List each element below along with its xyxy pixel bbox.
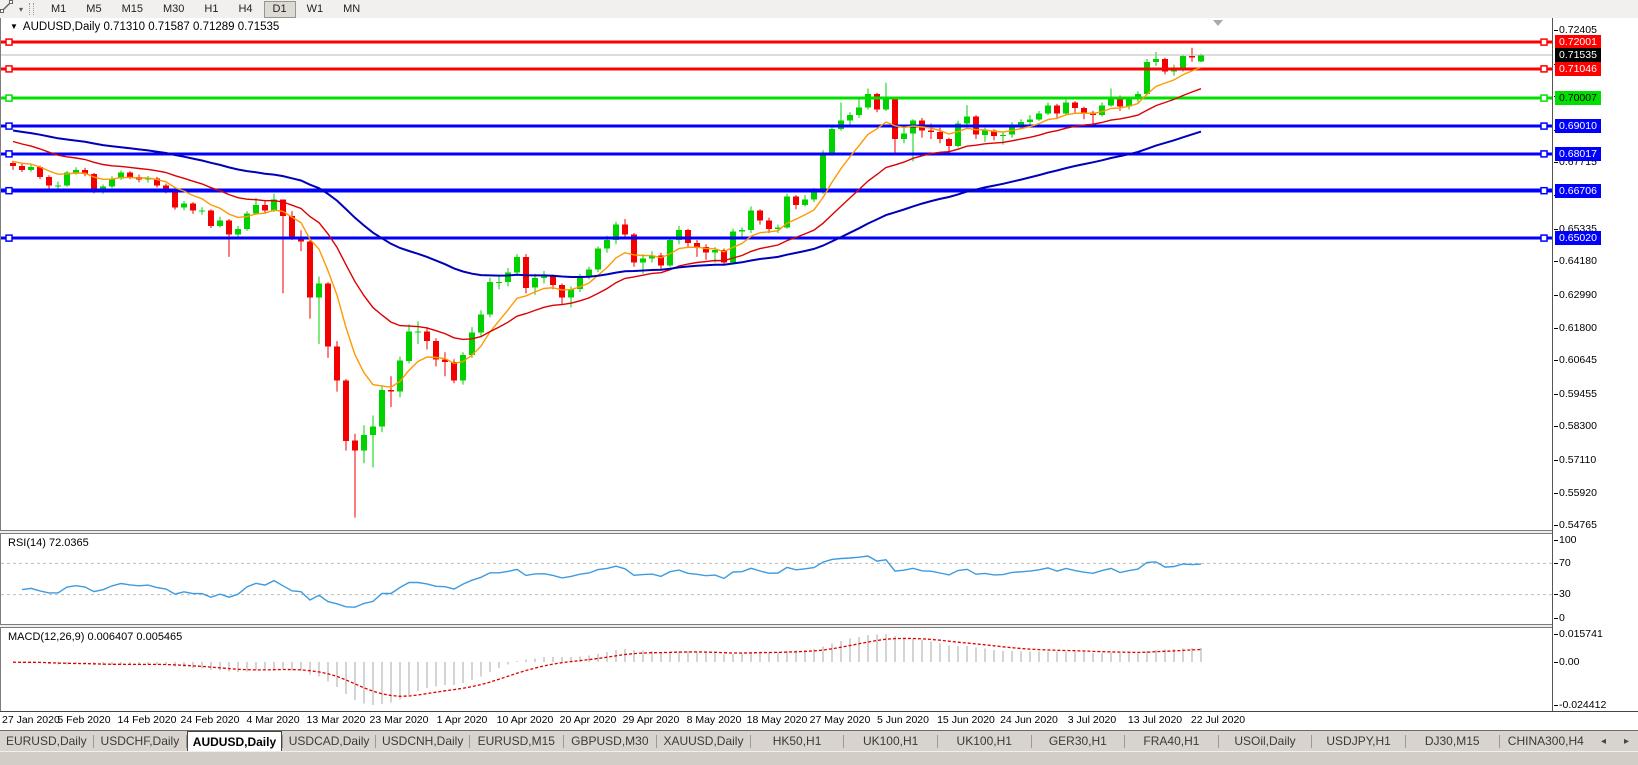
date-tick-label: 5 Feb 2020 (57, 714, 110, 726)
date-tick-label: 24 Jun 2020 (1000, 714, 1058, 726)
current-price-badge: 0.71535 (1555, 48, 1601, 62)
toolbar-grip[interactable] (29, 3, 34, 15)
price-tick: 0.55920 (1559, 487, 1597, 500)
chevron-down-icon[interactable]: ▾ (19, 5, 23, 14)
date-tick-label: 8 May 2020 (687, 714, 742, 726)
price-tick: 0.58300 (1559, 420, 1597, 433)
trendline-cursor-icon[interactable] (3, 2, 19, 16)
trendline-cursor-glyph (0, 0, 13, 13)
date-tick-label: 24 Feb 2020 (181, 714, 240, 726)
rsi-axis-tick: 0 (1559, 612, 1565, 625)
timeframe-buttons: M1M5M15M30H1H4D1W1MN (41, 0, 370, 18)
chart-ohlc: 0.71310 0.71587 0.71289 0.71535 (103, 21, 279, 33)
price-tick: 0.59455 (1559, 388, 1597, 401)
tab-scroll-controls: ◂ ▸ (1592, 731, 1638, 751)
rsi-canvas[interactable] (1, 534, 1553, 624)
date-tick-label: 18 May 2020 (747, 714, 808, 726)
rsi-axis-tick: 100 (1559, 534, 1577, 547)
tab-eurusd-daily[interactable]: EURUSD,Daily (0, 731, 93, 751)
macd-label: MACD(12,26,9) 0.006407 0.005465 (8, 631, 182, 643)
level-price-badge: 0.69010 (1555, 119, 1601, 133)
date-tick-label: 5 Jun 2020 (877, 714, 929, 726)
price-tick: 0.60645 (1559, 354, 1597, 367)
level-price-badge: 0.70007 (1555, 91, 1601, 105)
macd-canvas[interactable] (1, 628, 1553, 711)
timeframe-mn[interactable]: MN (334, 1, 369, 18)
timeframe-m30[interactable]: M30 (154, 1, 193, 18)
date-tick-label: 20 Apr 2020 (560, 714, 617, 726)
date-tick-label: 3 Jul 2020 (1068, 714, 1116, 726)
chart-shift-marker-icon[interactable] (1213, 20, 1223, 26)
timeframe-h1[interactable]: H1 (195, 1, 227, 18)
level-price-badge: 0.68017 (1555, 147, 1601, 161)
rsi-label: RSI(14) 72.0365 (8, 537, 89, 549)
mt4-window: ▾ M1M5M15M30H1H4D1W1MN ▼ AUDUSD,Daily 0.7… (0, 0, 1638, 764)
price-tick: 0.54765 (1559, 519, 1597, 532)
tab-usdcad-daily[interactable]: USDCAD,Daily (283, 731, 376, 751)
price-tick: 0.57110 (1559, 454, 1596, 467)
date-tick-label: 23 Mar 2020 (370, 714, 429, 726)
tab-uk100-h1[interactable]: UK100,H1 (844, 731, 937, 751)
timeframe-d1[interactable]: D1 (264, 1, 296, 18)
tabs-scroll-left-icon[interactable]: ◂ (1601, 736, 1606, 747)
date-tick-label: 4 Mar 2020 (246, 714, 299, 726)
date-tick-label: 14 Feb 2020 (118, 714, 177, 726)
macd-panel[interactable]: MACD(12,26,9) 0.006407 0.005465 (0, 628, 1553, 711)
tab-gbpusd-m30[interactable]: GBPUSD,M30 (564, 731, 657, 751)
tab-fra40-h1[interactable]: FRA40,H1 (1125, 731, 1218, 751)
tab-dj30-m15[interactable]: DJ30,M15 (1406, 731, 1499, 751)
time-axis: 27 Jan 20205 Feb 2020 14 Feb 2020 24 Feb 2… (0, 712, 1638, 730)
macd-axis-tick: 0.015741 (1559, 628, 1603, 641)
level-price-badge: 0.72001 (1555, 35, 1601, 49)
price-axis: 0.724050.712150.700600.688700.677150.665… (1552, 18, 1638, 711)
date-tick-label: 13 Jul 2020 (1128, 714, 1182, 726)
price-tick: 0.61800 (1559, 322, 1597, 335)
level-price-badge: 0.71046 (1555, 62, 1601, 76)
candlestick-canvas[interactable] (1, 18, 1553, 530)
timeframe-m1[interactable]: M1 (42, 1, 75, 18)
timeframe-m15[interactable]: M15 (113, 1, 152, 18)
level-price-badge: 0.65020 (1555, 231, 1601, 245)
timeframe-h4[interactable]: H4 (229, 1, 261, 18)
collapse-triangle-icon[interactable]: ▼ (10, 22, 18, 31)
price-tick: 0.64180 (1559, 255, 1597, 268)
status-strip (0, 751, 1638, 765)
date-tick-label: 1 Apr 2020 (437, 714, 488, 726)
macd-axis-tick: 0.00 (1559, 656, 1579, 669)
tab-usdcnh-daily[interactable]: USDCNH,Daily (376, 731, 469, 751)
tab-xauusd-daily[interactable]: XAUUSD,Daily (657, 731, 750, 751)
rsi-panel[interactable]: RSI(14) 72.0365 (0, 534, 1553, 624)
date-tick-label: 29 Apr 2020 (623, 714, 680, 726)
date-tick-label: 22 Jul 2020 (1191, 714, 1245, 726)
rsi-axis-tick: 70 (1559, 557, 1571, 570)
chart-title: ▼ AUDUSD,Daily 0.71310 0.71587 0.71289 0.… (10, 21, 279, 33)
tab-usoil-daily[interactable]: USOil,Daily (1219, 731, 1312, 751)
date-tick-label: 13 Mar 2020 (307, 714, 366, 726)
tab-hk50-h1[interactable]: HK50,H1 (751, 731, 844, 751)
tab-ger30-h1[interactable]: GER30,H1 (1032, 731, 1125, 751)
level-price-badge: 0.66706 (1555, 184, 1601, 198)
tab-audusd-daily[interactable]: AUDUSD,Daily (187, 731, 282, 751)
date-tick-label: 27 Jan 2020 (2, 714, 60, 726)
chart-tab-bar: EURUSD,DailyUSDCHF,DailyAUDUSD,DailyUSDC… (0, 730, 1638, 751)
chart-symbol-label: AUDUSD,Daily (23, 21, 100, 33)
tab-uk100-h1[interactable]: UK100,H1 (938, 731, 1031, 751)
rsi-axis-tick: 30 (1559, 588, 1571, 601)
date-tick-label: 10 Apr 2020 (497, 714, 554, 726)
timeframe-toolbar: ▾ M1M5M15M30H1H4D1W1MN (0, 0, 1638, 19)
date-tick-label: 27 May 2020 (810, 714, 871, 726)
tab-usdjpy-h1[interactable]: USDJPY,H1 (1312, 731, 1405, 751)
macd-axis-tick: -0.024412 (1559, 699, 1606, 712)
tab-usdchf-daily[interactable]: USDCHF,Daily (94, 731, 187, 751)
tabs-scroll-right-icon[interactable]: ▸ (1624, 736, 1629, 747)
price-tick: 0.62990 (1559, 289, 1597, 302)
price-chart-panel[interactable]: ▼ AUDUSD,Daily 0.71310 0.71587 0.71289 0.… (0, 18, 1553, 530)
timeframe-m5[interactable]: M5 (77, 1, 110, 18)
tab-eurusd-m15[interactable]: EURUSD,M15 (470, 731, 563, 751)
tab-china300-h4[interactable]: CHINA300,H4 (1500, 731, 1593, 751)
timeframe-w1[interactable]: W1 (298, 1, 333, 18)
date-tick-label: 15 Jun 2020 (937, 714, 995, 726)
chart-tabs: EURUSD,DailyUSDCHF,DailyAUDUSD,DailyUSDC… (0, 731, 1592, 751)
